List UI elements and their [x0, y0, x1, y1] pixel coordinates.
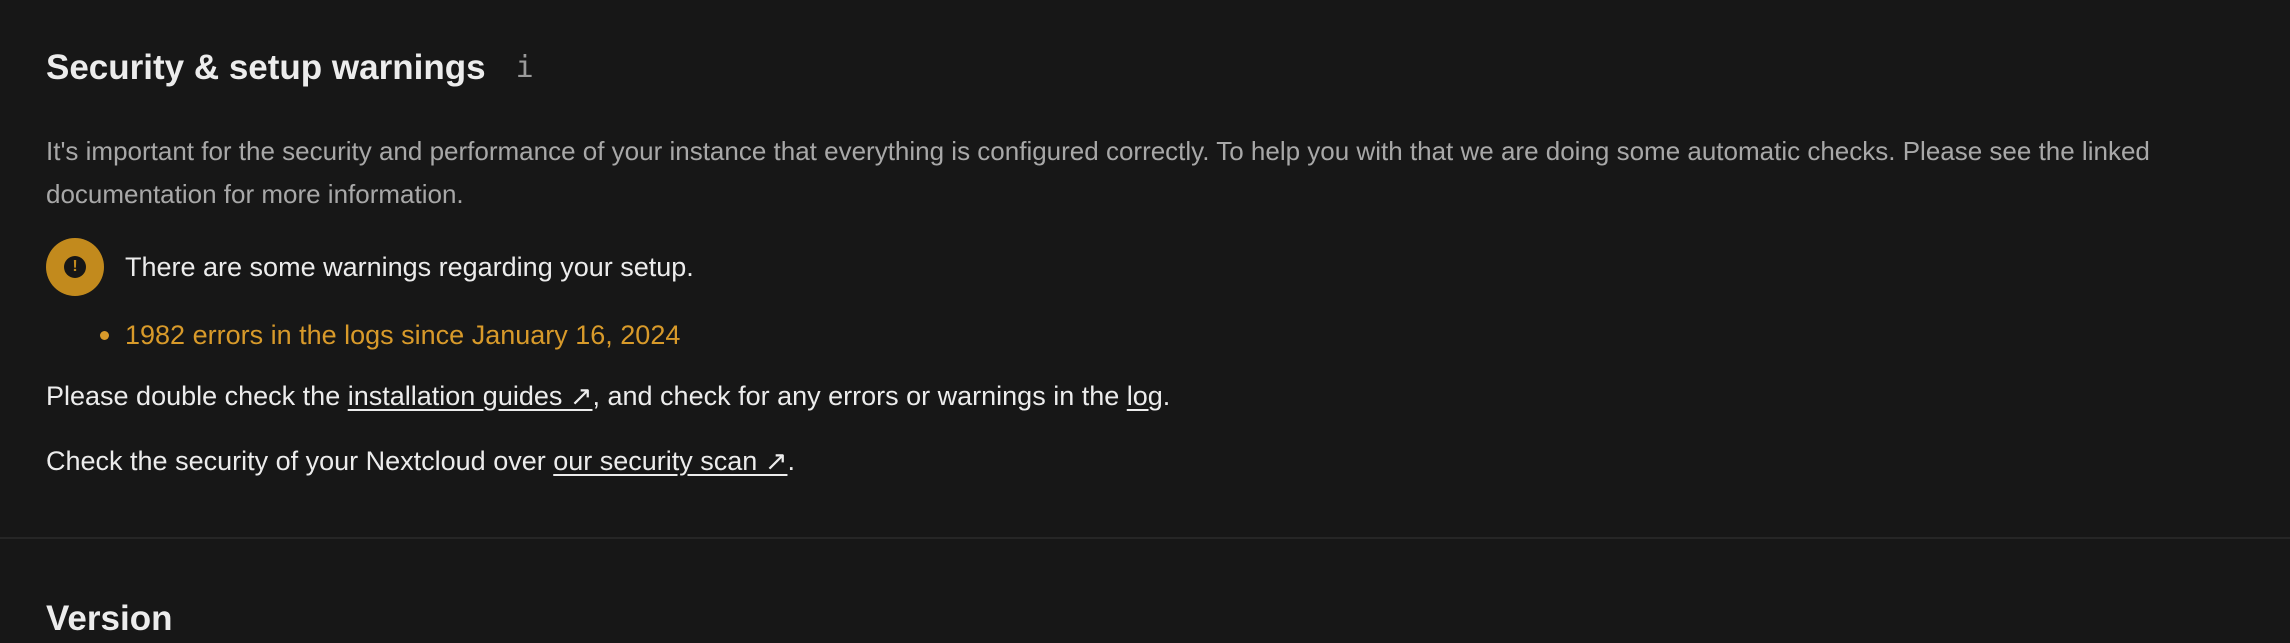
- security-title: Security & setup warnings: [46, 48, 486, 87]
- version-section: Version: [0, 539, 2290, 640]
- scan-prefix: Check the security of your Nextcloud ove…: [46, 446, 554, 476]
- log-link[interactable]: log: [1127, 381, 1163, 411]
- security-scan-link[interactable]: our security scan ↗: [553, 446, 787, 476]
- scan-suffix: .: [787, 446, 795, 476]
- security-scan-paragraph: Check the security of your Nextcloud ove…: [46, 441, 795, 481]
- info-icon[interactable]: i: [516, 44, 534, 92]
- warning-list: 1982 errors in the logs since January 16…: [100, 315, 680, 355]
- double-check-prefix: Please double check the: [46, 381, 348, 411]
- security-warnings-section: Security & setup warnings i It's importa…: [0, 0, 2290, 539]
- security-title-row: Security & setup warnings i: [46, 44, 534, 92]
- warning-exclamation-icon: !: [64, 256, 86, 278]
- security-intro: It's important for the security and perf…: [46, 136, 2150, 209]
- double-check-suffix: .: [1162, 381, 1171, 411]
- setup-warning-status: ! There are some warnings regarding your…: [46, 238, 694, 296]
- double-check-paragraph: Please double check the installation gui…: [46, 376, 1170, 416]
- installation-guides-link[interactable]: installation guides ↗: [348, 381, 593, 411]
- warning-item-text: 1982 errors in the logs since January 16…: [125, 320, 681, 350]
- list-item: 1982 errors in the logs since January 16…: [100, 315, 680, 355]
- version-title: Version: [46, 599, 173, 638]
- warning-icon: !: [46, 238, 104, 296]
- warning-text: There are some warnings regarding your s…: [125, 252, 694, 282]
- bullet-icon: [100, 330, 109, 340]
- double-check-middle: , and check for any errors or warnings i…: [592, 381, 1127, 411]
